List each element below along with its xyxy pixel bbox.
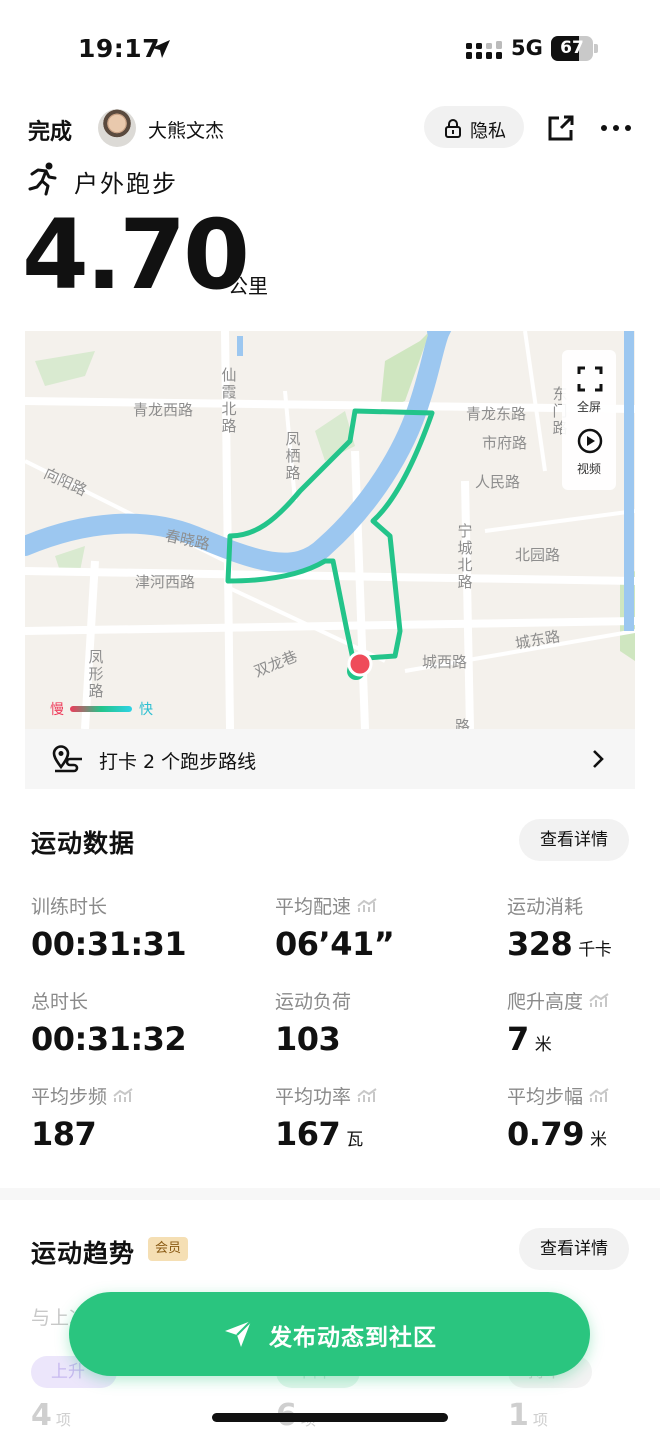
signal-icon xyxy=(466,41,502,59)
stat-label: 平均步频 xyxy=(31,1082,133,1109)
stat-label: 训练时长 xyxy=(31,896,108,918)
stat-unit: 瓦 xyxy=(346,1130,363,1150)
stat-item[interactable]: 训练时长 00:31:31 xyxy=(31,892,187,963)
user-name[interactable]: 大熊文杰 xyxy=(148,116,224,143)
map-label: 青龙东路 xyxy=(466,405,527,423)
home-indicator xyxy=(212,1413,448,1422)
stat-label: 运动消耗 xyxy=(507,896,584,918)
trend-chart-icon xyxy=(357,898,377,912)
stat-value: 167 瓦 xyxy=(275,1115,363,1153)
share-icon[interactable] xyxy=(547,114,575,142)
distance-unit: 公里 xyxy=(228,274,268,298)
trend-count: 1项 xyxy=(508,1398,548,1433)
stat-value: 328 千卡 xyxy=(507,925,612,963)
legend-slow: 慢 xyxy=(50,702,64,718)
chevron-right-icon xyxy=(593,750,604,768)
done-button[interactable]: 完成 xyxy=(28,114,72,146)
video-label: 视频 xyxy=(576,462,601,476)
map-label: 宁城北路 xyxy=(457,522,473,591)
stat-value: 06’41” xyxy=(275,925,395,963)
stat-label: 运动负荷 xyxy=(275,991,352,1013)
stat-item[interactable]: 运动负荷 103 xyxy=(275,987,351,1058)
stat-unit: 米 xyxy=(534,1035,552,1055)
trend-count: 4项 xyxy=(31,1398,71,1433)
trends-section-title: 运动趋势 xyxy=(31,1239,136,1268)
privacy-label: 隐私 xyxy=(470,121,506,142)
route-map[interactable]: 青龙西路 仙霞北路 凤栖路 青龙东路 东门路 市府路 人民路 向阳路 春晓路 津… xyxy=(25,331,635,789)
legend-fast: 快 xyxy=(139,702,153,718)
stat-item[interactable]: 总时长 00:31:32 xyxy=(31,987,187,1058)
trend-chart-icon xyxy=(589,1088,609,1102)
stat-item[interactable]: 平均配速 06’41” xyxy=(275,892,395,963)
avatar[interactable] xyxy=(98,109,136,147)
map-controls: 全屏 视频 xyxy=(562,350,616,490)
more-icon[interactable] xyxy=(600,124,632,132)
stat-value: 0.79 米 xyxy=(507,1115,607,1153)
map-label: 北园路 xyxy=(515,546,561,564)
pace-legend-bar xyxy=(70,706,132,712)
member-badge: 会员 xyxy=(148,1237,188,1261)
map-label: 凤栖路 xyxy=(285,430,301,482)
status-bar: 19:17 5G 67 xyxy=(0,0,660,96)
trend-chart-icon xyxy=(113,1088,133,1102)
sport-type: 户外跑步 xyxy=(74,170,178,198)
battery-indicator: 67 xyxy=(551,36,598,61)
publish-to-community-button[interactable]: 发布动态到社区 xyxy=(69,1292,590,1376)
stat-value: 00:31:32 xyxy=(31,1020,187,1058)
checkin-text: 打卡 2 个跑步路线 xyxy=(99,751,257,773)
map-background xyxy=(25,331,635,729)
top-header: 完成 大熊文杰 隐私 xyxy=(0,100,660,156)
map-label: 青龙西路 xyxy=(133,401,194,419)
stat-value: 7米 xyxy=(507,1020,552,1058)
stat-item[interactable]: 运动消耗 328 千卡 xyxy=(507,892,612,963)
trend-chart-icon xyxy=(357,1088,377,1102)
battery-percent: 67 xyxy=(560,38,584,58)
stat-item[interactable]: 平均步幅 0.79 米 xyxy=(507,1082,609,1153)
route-checkin-row[interactable]: 打卡 2 个跑步路线 xyxy=(25,729,635,789)
map-label: 仙霞北路 xyxy=(221,366,237,435)
map-label: 人民路 xyxy=(475,473,521,491)
stat-value: 00:31:31 xyxy=(31,925,187,963)
stat-label: 平均配速 xyxy=(275,892,394,919)
map-label: 市府路 xyxy=(482,434,528,452)
play-icon xyxy=(577,428,603,454)
stat-label: 爬升高度 xyxy=(507,987,609,1014)
stat-item[interactable]: 平均功率 167 瓦 xyxy=(275,1082,377,1153)
stats-detail-button[interactable]: 查看详情 xyxy=(519,819,629,861)
lock-icon xyxy=(445,119,461,138)
trends-detail-button[interactable]: 查看详情 xyxy=(519,1228,629,1270)
distance-value: 4.70 xyxy=(22,199,250,311)
stat-unit: 千卡 xyxy=(578,940,612,960)
location-arrow-icon xyxy=(152,40,170,58)
fullscreen-label: 全屏 xyxy=(576,400,601,414)
map-label: 凤形路 xyxy=(88,648,104,700)
running-icon xyxy=(28,162,57,196)
stat-value: 187 xyxy=(31,1115,97,1153)
trend-chart-icon xyxy=(589,993,609,1007)
stats-section-title: 运动数据 xyxy=(31,829,136,858)
section-divider xyxy=(0,1188,660,1200)
stat-item[interactable]: 爬升高度 7米 xyxy=(507,987,609,1058)
stat-unit: 米 xyxy=(589,1130,607,1150)
map-label: 津河西路 xyxy=(135,573,196,591)
privacy-button[interactable]: 隐私 xyxy=(424,106,524,148)
stat-label: 平均步幅 xyxy=(507,1082,609,1109)
network-label: 5G xyxy=(511,36,543,60)
route-pin-icon xyxy=(52,745,82,773)
publish-label: 发布动态到社区 xyxy=(269,1325,437,1351)
map-label: 城西路 xyxy=(422,653,468,671)
stat-label: 总时长 xyxy=(31,991,89,1013)
fullscreen-icon xyxy=(577,366,603,392)
stat-label: 平均功率 xyxy=(275,1082,377,1109)
stat-item[interactable]: 平均步频 187 xyxy=(31,1082,133,1153)
stat-value: 103 xyxy=(275,1020,341,1058)
status-time: 19:17 xyxy=(78,34,161,63)
send-icon xyxy=(225,1320,252,1347)
